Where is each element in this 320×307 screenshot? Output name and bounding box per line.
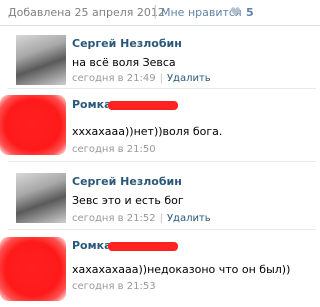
comment-meta: сегодня в 21:49 | Удалить — [72, 73, 211, 84]
comment-divider — [8, 161, 316, 162]
comment-text: хахахахааа))недоказоно что он был)) — [72, 263, 291, 276]
comment-item: Ромка хахахахааа))недоказоно что он был)… — [0, 231, 320, 307]
comment-divider — [8, 88, 316, 89]
comment-text: хххахааа))нет))воля бога. — [72, 125, 223, 138]
avatar-redacted[interactable] — [0, 237, 66, 301]
comment-author[interactable]: Сергей Незлобин — [72, 175, 182, 188]
comment-time[interactable]: сегодня в 21:52 — [72, 213, 156, 224]
comment-item: Ромка хххахааа))нет))воля бога. сегодня … — [0, 90, 320, 162]
post-date: Добавлена 25 апреля 2012 — [8, 6, 165, 19]
comment-time[interactable]: сегодня в 21:53 — [72, 281, 156, 292]
separator: | — [153, 4, 158, 19]
heart-icon[interactable]: ♥ — [230, 5, 241, 19]
delete-link[interactable]: Удалить — [167, 213, 211, 224]
comment-divider — [8, 229, 316, 230]
comment-time[interactable]: сегодня в 21:49 — [72, 73, 156, 84]
comment-author[interactable]: Ромка — [72, 98, 112, 111]
redaction-mark — [108, 101, 178, 110]
comment-item: Сергей Незлобин Зевс это и есть бог сего… — [0, 163, 320, 230]
comment-meta: сегодня в 21:50 — [72, 144, 156, 155]
comment-author[interactable]: Ромка — [72, 239, 112, 252]
comment-item: Сергей Незлобин на всё воля Зевса сегодн… — [0, 26, 320, 89]
comment-meta: сегодня в 21:53 — [72, 281, 156, 292]
meta-separator: | — [159, 213, 163, 224]
comment-text: на всё воля Зевса — [72, 56, 176, 69]
comment-meta: сегодня в 21:52 | Удалить — [72, 213, 211, 224]
avatar[interactable] — [16, 35, 66, 85]
delete-link[interactable]: Удалить — [167, 73, 211, 84]
post-meta-bar: Добавлена 25 апреля 2012 | Мне нравится … — [0, 0, 320, 26]
meta-separator: | — [159, 73, 163, 84]
like-count[interactable]: 5 — [246, 6, 254, 19]
comment-time[interactable]: сегодня в 21:50 — [72, 144, 156, 155]
avatar[interactable] — [16, 173, 66, 223]
avatar-redacted[interactable] — [0, 95, 66, 155]
comment-author[interactable]: Сергей Незлобин — [72, 37, 182, 50]
redaction-mark — [108, 242, 178, 251]
comment-text: Зевс это и есть бог — [72, 194, 184, 207]
